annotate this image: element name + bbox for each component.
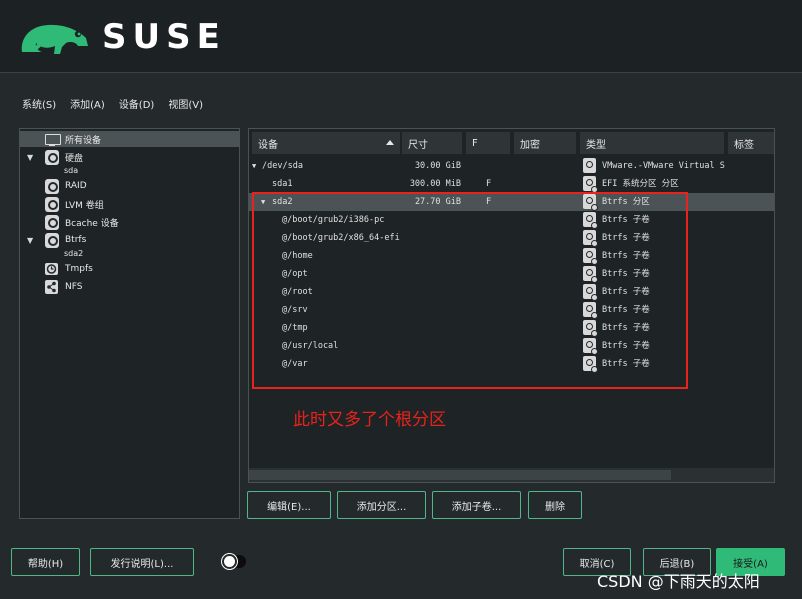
- cell-type: EFI 系统分区 分区: [602, 179, 679, 189]
- column-header-label: 加密: [520, 139, 540, 151]
- header-bar: SUSE: [0, 0, 802, 73]
- disk-icon: [45, 179, 59, 194]
- tree-item-label: NFS: [65, 282, 83, 292]
- column-header-label: 尺寸: [408, 139, 428, 151]
- monitor-icon: [44, 133, 61, 146]
- theme-toggle[interactable]: [222, 554, 248, 570]
- add-subvolume-button[interactable]: 添加子卷...: [432, 491, 521, 519]
- brand-name: SUSE: [102, 17, 226, 57]
- column-header-f[interactable]: F: [466, 132, 510, 154]
- expand-arrow-icon[interactable]: ▼: [27, 153, 35, 162]
- help-button[interactable]: 帮助(H): [11, 548, 80, 576]
- expand-arrow-icon[interactable]: ▼: [252, 157, 256, 175]
- table-row[interactable]: ▼ /dev/sda 30.00 GiB VMware.-VMware Virtual…: [249, 157, 774, 175]
- suse-logo: SUSE: [18, 16, 226, 58]
- menu-bar: 系统(S) 添加(A) 设备(D) 视图(V): [22, 96, 203, 111]
- column-header-label: 类型: [586, 139, 606, 151]
- tree-item-all-devices[interactable]: 所有设备: [20, 131, 239, 147]
- tree-item-bcache[interactable]: Bcache 设备: [20, 214, 239, 230]
- device-tree[interactable]: 所有设备 ▼ 硬盘 sda RAID LVM 卷组 Bcache 设备 ▼ Bt…: [19, 128, 240, 519]
- tree-item-lvm[interactable]: LVM 卷组: [20, 196, 239, 212]
- column-header-label[interactable]: 标签: [728, 132, 774, 154]
- cell-size: 300.00 MiB: [409, 179, 461, 189]
- tree-item-raid[interactable]: RAID: [20, 178, 239, 194]
- tree-item-label: LVM 卷组: [65, 200, 104, 211]
- cell-device: /dev/sda: [262, 161, 303, 171]
- tree-subitem-sda2[interactable]: sda2: [64, 249, 83, 258]
- edit-button[interactable]: 编辑(E)...: [247, 491, 331, 519]
- menu-view[interactable]: 视图(V): [168, 96, 203, 111]
- horizontal-scrollbar[interactable]: [249, 468, 774, 482]
- cell-type: VMware.-VMware Virtual S: [602, 161, 725, 171]
- scrollbar-thumb[interactable]: [249, 470, 671, 480]
- disk-icon: [45, 215, 59, 230]
- menu-add[interactable]: 添加(A): [70, 96, 105, 111]
- watermark-text: CSDN @下雨天的太阳: [597, 572, 760, 591]
- table-row[interactable]: sda1 300.00 MiB F EFI 系统分区 分区: [249, 175, 774, 193]
- disk-icon: [583, 158, 596, 173]
- annotation-text: 此时又多了个根分区: [293, 410, 446, 430]
- column-header-label: 设备: [258, 139, 278, 151]
- disk-icon: [583, 176, 598, 193]
- tree-item-label: Bcache 设备: [65, 218, 119, 229]
- chameleon-logo-icon: [21, 24, 88, 54]
- tree-item-tmpfs[interactable]: Tmpfs: [20, 261, 239, 277]
- annotation-highlight-box: [252, 192, 688, 389]
- menu-system[interactable]: 系统(S): [22, 96, 56, 111]
- tree-item-label: Tmpfs: [65, 264, 93, 274]
- sort-ascending-icon: [386, 140, 394, 145]
- share-icon: [44, 280, 59, 294]
- tree-item-label: 所有设备: [65, 135, 102, 146]
- release-notes-button[interactable]: 发行说明(L)...: [90, 548, 194, 576]
- tree-item-btrfs[interactable]: ▼ Btrfs: [20, 232, 239, 248]
- add-partition-button[interactable]: 添加分区...: [337, 491, 426, 519]
- column-header-size[interactable]: 尺寸: [402, 132, 462, 154]
- tree-item-label: RAID: [65, 181, 87, 191]
- tree-item-harddisks[interactable]: ▼ 硬盘: [20, 149, 239, 165]
- tree-item-label: 硬盘: [65, 153, 84, 164]
- expand-arrow-icon[interactable]: ▼: [27, 236, 35, 245]
- btrfs-icon: [45, 233, 59, 248]
- cell-f: F: [486, 179, 492, 189]
- clock-icon: [44, 262, 59, 276]
- column-header-encryption[interactable]: 加密: [514, 132, 576, 154]
- column-header-label: 标签: [734, 139, 754, 151]
- delete-button[interactable]: 删除: [528, 491, 582, 519]
- column-header-device[interactable]: 设备: [252, 132, 400, 154]
- menu-device[interactable]: 设备(D): [119, 96, 155, 111]
- tree-item-nfs[interactable]: NFS: [20, 279, 239, 295]
- tree-subitem-sda[interactable]: sda: [64, 166, 78, 175]
- column-header-type[interactable]: 类型: [580, 132, 724, 154]
- sun-icon: [224, 556, 235, 567]
- cell-device: sda1: [272, 179, 293, 189]
- cell-size: 30.00 GiB: [414, 161, 461, 171]
- tree-item-label: Btrfs: [65, 235, 87, 245]
- disk-icon: [45, 150, 59, 165]
- column-header-label: F: [472, 137, 478, 149]
- disk-icon: [45, 197, 59, 212]
